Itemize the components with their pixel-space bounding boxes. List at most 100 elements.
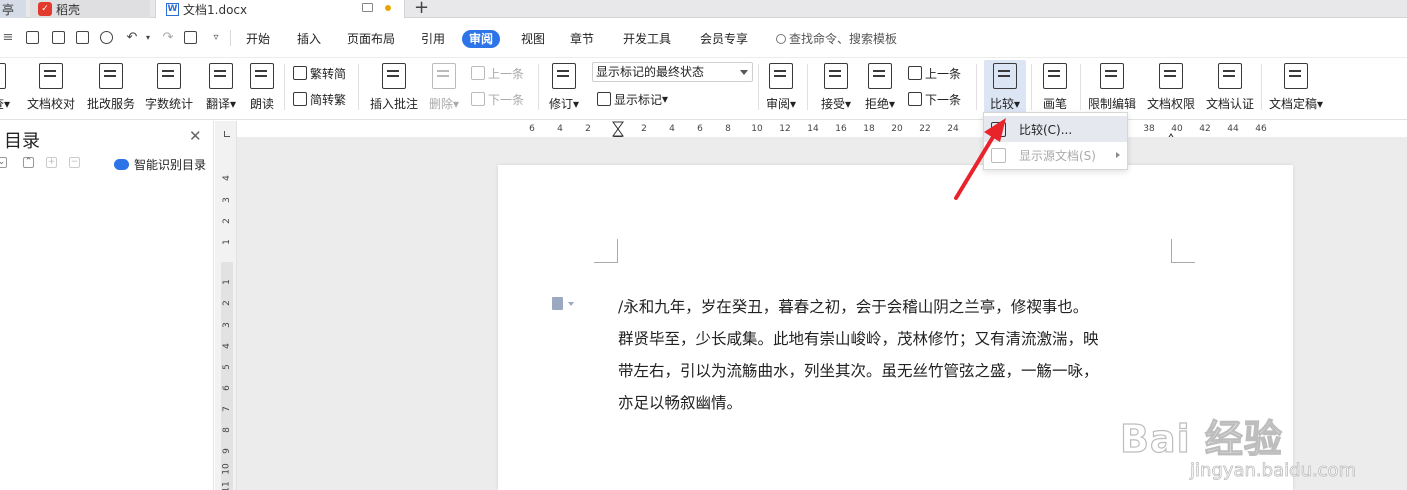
next-change-button[interactable]: 下一条 <box>908 90 961 108</box>
document-line: 带左右，引以为流觞曲水，列坐其次。虽无丝竹管弦之盛，一觞一咏， <box>618 362 1099 380</box>
read-aloud-icon <box>250 63 274 89</box>
show-source-menu-item[interactable]: 显示源文档(S) <box>984 142 1127 168</box>
tab-document[interactable]: W 文档1.docx <box>155 0 405 18</box>
h-ruler-tick: 16 <box>835 124 847 134</box>
v-ruler-tick: 1 <box>221 279 232 285</box>
redo-icon[interactable]: ↷ <box>160 30 176 46</box>
tab-daoke-label: 稻壳 <box>56 2 81 17</box>
trad-to-simp-label: 繁转简 <box>310 66 347 81</box>
next-comment-button[interactable]: 下一条 <box>471 90 524 108</box>
quick-access-more-icon[interactable]: ▿ <box>208 30 224 46</box>
delete-comment-button[interactable]: 删除▾ <box>426 60 462 114</box>
insert-comment-icon <box>382 63 406 89</box>
document-body[interactable]: /永和九年，岁在癸丑，暮春之初，会于会稽山阴之兰亭，修禊事也。 群贤毕至，少长咸… <box>618 291 1178 419</box>
prev-change-button[interactable]: 上一条 <box>908 64 961 82</box>
h-ruler-tick: 2 <box>641 124 647 134</box>
menu-insert[interactable]: 插入 <box>297 30 321 48</box>
v-ruler-tick: 4 <box>221 343 232 349</box>
print-icon[interactable] <box>76 31 89 44</box>
undo-dropdown-icon[interactable]: ▾ <box>140 30 156 46</box>
doc-certify-button[interactable]: 文档认证 <box>1204 60 1256 114</box>
tab-partial[interactable]: 亭 <box>0 0 26 18</box>
h-ruler-tick: 4 <box>557 124 563 134</box>
collapse-all-icon[interactable]: ⌄ <box>0 157 7 168</box>
review-pane-icon <box>769 63 793 89</box>
show-markup-icon <box>597 92 611 106</box>
h-ruler-tick: 6 <box>529 124 535 134</box>
expand-icon[interactable]: ⌃ <box>23 157 34 168</box>
delete-comment-label: 删除 <box>428 97 453 111</box>
v-ruler-tick: 3 <box>221 197 232 203</box>
menu-home[interactable]: 开始 <box>246 30 270 48</box>
track-changes-button[interactable]: 修订▾ <box>545 60 583 114</box>
smart-toc-button[interactable]: 智能识别目录 <box>114 156 206 173</box>
ribbon-separator <box>358 64 359 110</box>
new-tab-button[interactable]: + <box>414 0 429 18</box>
v-ruler-tick: 8 <box>221 427 232 433</box>
doc-permission-icon <box>1159 63 1183 89</box>
close-icon[interactable]: ✕ <box>189 127 202 145</box>
restrict-edit-button[interactable]: 限制编辑 <box>1086 60 1138 114</box>
doc-finalize-icon <box>1284 63 1308 89</box>
simp-to-trad-button[interactable]: 简转繁 <box>293 90 346 108</box>
word-count-icon <box>157 63 181 89</box>
prev-comment-button[interactable]: 上一条 <box>471 64 524 82</box>
menu-review[interactable]: 审阅 <box>462 30 501 48</box>
doc-permission-button[interactable]: 文档权限 <box>1145 60 1197 114</box>
h-ruler-tick: 22 <box>919 124 931 134</box>
lock-doc-icon <box>1100 63 1124 89</box>
menu-member[interactable]: 会员专享 <box>700 30 748 48</box>
remove-heading-icon[interactable]: − <box>69 157 80 168</box>
menu-toggle-icon[interactable]: ≡ <box>0 30 16 46</box>
monitor-icon[interactable] <box>362 3 373 12</box>
chevron-down-icon[interactable] <box>568 302 574 306</box>
ribbon-separator <box>758 64 759 110</box>
insert-comment-button[interactable]: 插入批注 <box>366 60 422 114</box>
export-pdf-icon[interactable] <box>52 31 65 44</box>
read-aloud-label: 朗读 <box>249 97 274 111</box>
compare-menu-item[interactable]: 比较(C)... <box>984 116 1127 142</box>
doc-check-button[interactable]: 文档校对 <box>26 60 76 114</box>
brush-button[interactable]: 画笔 <box>1038 60 1072 114</box>
unsaved-dot-icon <box>385 5 391 11</box>
tab-daoke[interactable]: ✓ 稻壳 <box>30 0 150 18</box>
v-ruler-tick: 1 <box>221 239 232 245</box>
revise-service-button[interactable]: 批改服务 <box>85 60 137 114</box>
menu-developer[interactable]: 开发工具 <box>623 30 671 48</box>
menu-view[interactable]: 视图 <box>521 30 545 48</box>
undo-icon[interactable]: ↶ <box>124 30 140 46</box>
doc-check-label: 文档校对 <box>26 97 75 111</box>
command-search[interactable]: 查找命令、搜索模板 <box>776 30 897 48</box>
markup-state-select[interactable]: 显示标记的最终状态 <box>592 62 753 82</box>
add-heading-icon[interactable]: + <box>46 157 57 168</box>
menu-chapter[interactable]: 章节 <box>570 30 594 48</box>
translate-button[interactable]: 翻译▾ <box>202 60 240 114</box>
ribbon-separator <box>807 64 808 110</box>
ruler-tab-stop-icon[interactable] <box>224 131 230 137</box>
ribbon-separator <box>538 64 539 110</box>
partial-button[interactable]: 查▾ <box>0 60 20 114</box>
compare-button[interactable]: 比较▾ <box>984 60 1026 114</box>
menu-references[interactable]: 引用 <box>421 30 445 48</box>
accept-icon <box>824 63 848 89</box>
h-ruler-tick: 44 <box>1227 124 1239 134</box>
simp-to-trad-label: 简转繁 <box>310 92 347 107</box>
reject-button[interactable]: 拒绝▾ <box>860 60 900 114</box>
doc-finalize-button[interactable]: 文档定稿▾ <box>1266 60 1326 114</box>
accept-button[interactable]: 接受▾ <box>816 60 856 114</box>
chevron-right-icon <box>1116 152 1120 158</box>
review-pane-button[interactable]: 审阅▾ <box>762 60 800 114</box>
format-painter-icon[interactable] <box>184 31 197 44</box>
ribbon-separator <box>976 64 977 110</box>
print-preview-icon[interactable] <box>100 31 113 44</box>
trad-to-simp-button[interactable]: 繁转简 <box>293 64 346 82</box>
show-markup-button[interactable]: 显示标记 ▾ <box>597 90 668 108</box>
reject-label: 拒绝 <box>864 97 889 111</box>
menu-page-layout[interactable]: 页面布局 <box>347 30 395 48</box>
read-aloud-button[interactable]: 朗读 <box>246 60 278 114</box>
menu-bar: ≡ ↶ ▾ ↷ ▿ 开始 插入 页面布局 引用 审阅 视图 章节 开发工具 会员… <box>0 18 1407 58</box>
word-count-button[interactable]: 字数统计 <box>144 60 194 114</box>
save-icon[interactable] <box>26 31 39 44</box>
paragraph-handle-icon[interactable] <box>552 297 563 310</box>
word-count-label: 字数统计 <box>144 97 193 111</box>
